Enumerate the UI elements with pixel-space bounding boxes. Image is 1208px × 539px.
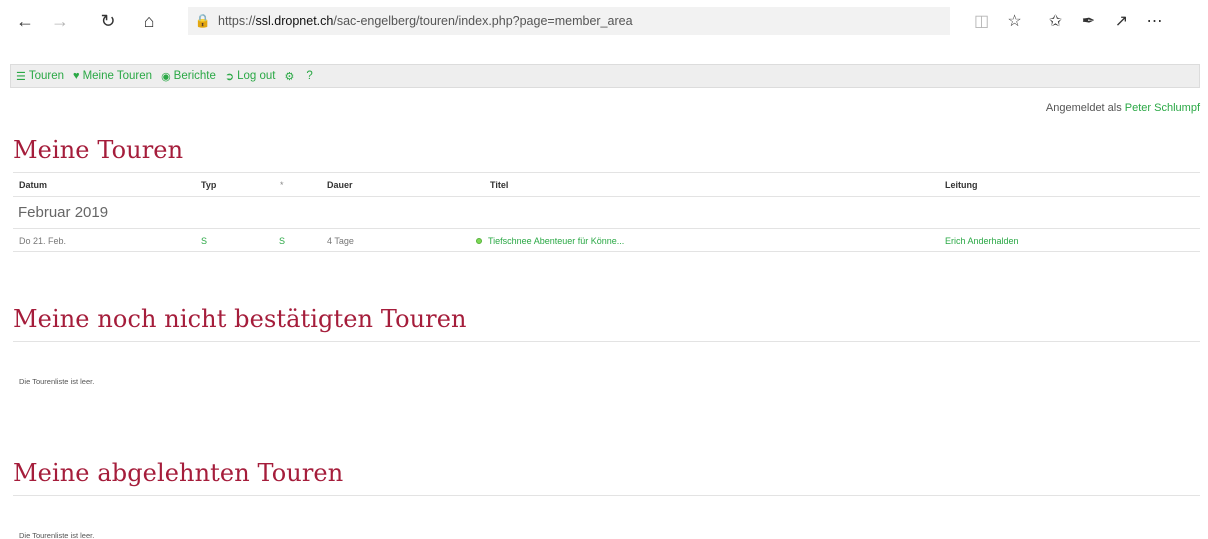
back-icon[interactable]: ← — [10, 8, 40, 34]
heart-icon: ♥ — [73, 70, 80, 82]
camera-icon: ◉ — [161, 70, 171, 83]
refresh-icon[interactable]: ↻ — [93, 8, 123, 34]
menu-item-logout[interactable]: ➲ Log out — [225, 70, 276, 83]
row-star[interactable]: S — [279, 236, 285, 246]
logout-icon: ➲ — [224, 70, 235, 83]
menu-item-label: Log out — [237, 70, 276, 82]
site-menu: ☰ Touren ♥ Meine Touren ◉ Berichte ➲ Log… — [10, 64, 1200, 88]
browser-toolbar: ← → ↻ ⌂ 🔒 https://ssl.dropnet.ch/sac-eng… — [0, 0, 1208, 44]
divider — [13, 495, 1200, 496]
user-name-link[interactable]: Peter Schlumpf — [1125, 102, 1200, 114]
row-datum: Do 21. Feb. — [19, 236, 67, 246]
address-bar[interactable]: 🔒 https://ssl.dropnet.ch/sac-engelberg/t… — [188, 7, 950, 35]
url-prefix: https:// — [218, 14, 256, 28]
logged-in-info: Angemeldet als Peter Schlumpf — [1046, 102, 1200, 114]
menu-item-berichte[interactable]: ◉ Berichte — [161, 70, 216, 83]
divider — [13, 341, 1200, 342]
page-title: Meine Touren — [13, 136, 184, 164]
column-header-titel[interactable]: Titel — [490, 180, 508, 190]
divider — [13, 228, 1200, 229]
section-title-rejected: Meine abgelehnten Touren — [13, 459, 344, 487]
column-header-leitung[interactable]: Leitung — [945, 180, 978, 190]
menu-item-settings[interactable]: ⚙ — [284, 70, 297, 83]
home-icon[interactable]: ⌂ — [134, 8, 164, 34]
row-leitung[interactable]: Erich Anderhalden — [945, 236, 1019, 246]
column-header-typ[interactable]: Typ — [201, 180, 216, 190]
section-title-pending: Meine noch nicht bestätigten Touren — [13, 305, 467, 333]
lock-icon: 🔒 — [194, 13, 212, 28]
empty-list-message: Die Tourenliste ist leer. — [19, 531, 95, 539]
column-header-dauer[interactable]: Dauer — [327, 180, 353, 190]
pen-icon[interactable]: ✒ — [1072, 8, 1105, 34]
row-typ[interactable]: S — [201, 236, 207, 246]
column-header-datum[interactable]: Datum — [19, 180, 47, 190]
menu-item-help[interactable]: ? — [306, 70, 312, 82]
menu-item-label: Berichte — [173, 70, 216, 82]
menu-item-touren[interactable]: ☰ Touren — [16, 70, 64, 83]
share-icon[interactable]: ↗ — [1105, 8, 1138, 34]
divider — [13, 251, 1200, 252]
row-titel[interactable]: Tiefschnee Abenteuer für Könne... — [476, 236, 624, 246]
gear-icon: ⚙ — [284, 70, 295, 83]
url-path: /sac-engelberg/touren/index.php?page=mem… — [333, 14, 633, 28]
empty-list-message: Die Tourenliste ist leer. — [19, 377, 95, 386]
status-dot-icon — [476, 238, 482, 244]
list-icon: ☰ — [16, 70, 26, 83]
month-group-header: Februar 2019 — [18, 204, 109, 221]
forward-icon[interactable]: → — [45, 8, 75, 34]
divider — [13, 172, 1200, 173]
menu-item-meine-touren[interactable]: ♥ Meine Touren — [73, 70, 152, 82]
logged-in-prefix: Angemeldet als — [1045, 102, 1122, 114]
favorites-list-icon[interactable]: ✩ — [1039, 8, 1072, 34]
menu-item-label: Meine Touren — [82, 70, 153, 82]
row-dauer: 4 Tage — [327, 236, 354, 246]
divider — [13, 196, 1200, 197]
column-header-star[interactable]: * — [280, 180, 284, 190]
url-host: ssl.dropnet.ch — [255, 14, 334, 28]
row-titel-link[interactable]: Tiefschnee Abenteuer für Könne... — [488, 236, 624, 246]
reading-view-icon[interactable]: ◫ — [965, 8, 998, 34]
menu-item-label: ? — [306, 70, 313, 82]
favorite-star-icon[interactable]: ☆ — [998, 8, 1031, 34]
more-icon[interactable]: ⋯ — [1138, 8, 1171, 34]
menu-item-label: Touren — [28, 70, 65, 82]
